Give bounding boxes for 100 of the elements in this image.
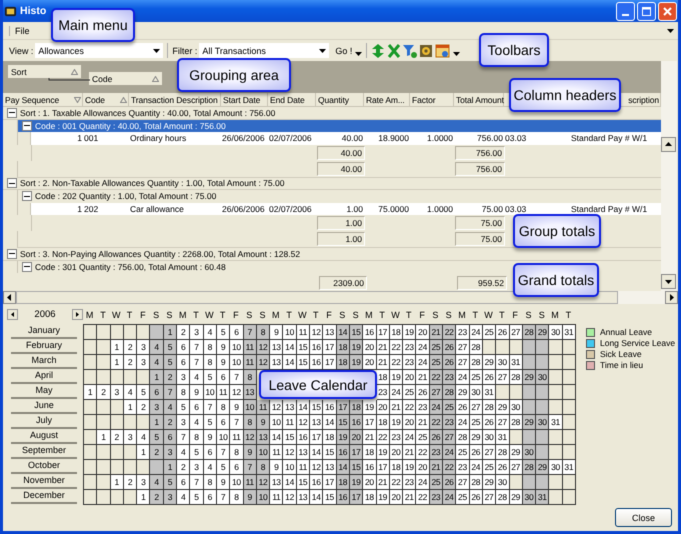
day-cell[interactable]: 14 — [283, 475, 297, 490]
day-cell[interactable]: 21 — [403, 490, 416, 505]
day-cell[interactable]: 2 — [164, 370, 178, 385]
day-cell[interactable]: 26 — [430, 430, 444, 445]
day-cell[interactable]: 28 — [482, 400, 496, 415]
column-header[interactable]: Quantity — [318, 93, 362, 106]
day-cell[interactable]: 25 — [482, 460, 496, 475]
day-cell[interactable]: 15 — [323, 445, 337, 460]
day-cell[interactable]: 26 — [482, 415, 496, 430]
day-cell[interactable]: 26 — [482, 370, 496, 385]
month-label[interactable]: March — [11, 354, 77, 369]
day-cell[interactable]: 23 — [430, 490, 444, 505]
day-cell[interactable]: 19 — [336, 430, 350, 445]
day-cell[interactable]: 30 — [549, 325, 563, 340]
day-cell[interactable]: 4 — [177, 445, 190, 460]
day-cell[interactable]: 22 — [390, 355, 404, 370]
day-cell[interactable]: 6 — [204, 490, 217, 505]
day-cell[interactable]: 31 — [510, 355, 523, 370]
day-cell[interactable]: 4 — [124, 385, 138, 400]
column-header[interactable]: scription — [628, 93, 659, 106]
day-cell[interactable]: 26 — [443, 355, 456, 370]
day-cell[interactable]: 25 — [482, 325, 496, 340]
day-cell[interactable]: 30 — [522, 490, 536, 505]
day-cell[interactable]: 9 — [270, 460, 284, 475]
day-cell[interactable]: 14 — [336, 460, 350, 475]
day-cell[interactable]: 2 — [137, 400, 150, 415]
day-cell[interactable]: 29 — [536, 325, 550, 340]
close-dialog-button[interactable]: Close — [615, 508, 672, 527]
day-cell[interactable]: 8 — [256, 325, 270, 340]
day-cell[interactable]: 12 — [283, 445, 297, 460]
day-cell[interactable]: 12 — [310, 460, 324, 475]
day-cell[interactable]: 18 — [336, 475, 350, 490]
day-cell[interactable]: 15 — [336, 415, 350, 430]
view-dropdown[interactable]: Allowances — [35, 43, 164, 58]
day-cell[interactable]: 28 — [456, 430, 470, 445]
go-button[interactable]: Go ! — [331, 46, 354, 56]
day-cell[interactable]: 1 — [137, 445, 150, 460]
day-cell[interactable]: 27 — [456, 355, 470, 370]
day-cell[interactable]: 10 — [244, 400, 257, 415]
scroll-down-button[interactable] — [661, 274, 676, 289]
day-cell[interactable]: 18 — [376, 370, 390, 385]
day-cell[interactable]: 12 — [256, 340, 270, 355]
day-cell[interactable]: 7 — [216, 490, 230, 505]
day-cell[interactable]: 15 — [310, 400, 324, 415]
day-cell[interactable]: 18 — [363, 490, 377, 505]
day-cell[interactable]: 20 — [363, 475, 377, 490]
day-cell[interactable]: 8 — [230, 490, 244, 505]
day-cell[interactable]: 27 — [496, 370, 510, 385]
day-cell[interactable]: 12 — [296, 415, 310, 430]
day-cell[interactable]: 8 — [177, 385, 190, 400]
day-cell[interactable]: 2 — [150, 445, 164, 460]
day-cell[interactable]: 1 — [110, 475, 124, 490]
day-cell[interactable]: 22 — [416, 490, 430, 505]
day-cell[interactable]: 11 — [296, 460, 310, 475]
column-header[interactable]: Rate Am... — [366, 93, 408, 106]
column-header[interactable]: Start Date — [223, 93, 266, 106]
day-cell[interactable]: 31 — [549, 415, 563, 430]
day-cell[interactable]: 5 — [204, 415, 217, 430]
day-cell[interactable]: 5 — [137, 385, 150, 400]
day-cell[interactable]: 21 — [376, 340, 390, 355]
group-row[interactable]: Code : 202 Quantity : 1.00, Total Amount : 75.00 — [18, 190, 661, 202]
group-chip[interactable]: Sort — [8, 65, 81, 78]
day-cell[interactable]: 23 — [416, 400, 430, 415]
day-cell[interactable]: 23 — [403, 355, 416, 370]
day-cell[interactable]: 27 — [510, 460, 523, 475]
day-cell[interactable]: 28 — [496, 490, 510, 505]
day-cell[interactable]: 23 — [443, 415, 456, 430]
vertical-scrollbar[interactable] — [661, 61, 677, 291]
day-cell[interactable]: 20 — [390, 490, 404, 505]
day-cell[interactable]: 23 — [443, 370, 456, 385]
day-cell[interactable]: 27 — [482, 445, 496, 460]
day-cell[interactable]: 18 — [390, 325, 404, 340]
day-cell[interactable]: 14 — [283, 340, 297, 355]
day-cell[interactable]: 12 — [283, 490, 297, 505]
day-cell[interactable]: 21 — [376, 355, 390, 370]
day-cell[interactable]: 9 — [230, 400, 244, 415]
day-cell[interactable]: 27 — [443, 430, 456, 445]
day-cell[interactable]: 9 — [190, 385, 204, 400]
day-cell[interactable]: 8 — [190, 430, 204, 445]
day-cell[interactable]: 22 — [443, 460, 456, 475]
day-cell[interactable]: 23 — [430, 445, 444, 460]
day-cell[interactable]: 18 — [323, 430, 337, 445]
day-cell[interactable]: 30 — [496, 355, 510, 370]
day-cell[interactable]: 11 — [216, 385, 230, 400]
day-cell[interactable]: 25 — [430, 340, 444, 355]
day-cell[interactable]: 15 — [283, 430, 297, 445]
day-cell[interactable]: 20 — [390, 445, 404, 460]
day-cell[interactable]: 25 — [430, 475, 444, 490]
day-cell[interactable]: 8 — [204, 355, 217, 370]
day-cell[interactable]: 6 — [230, 325, 244, 340]
day-cell[interactable]: 24 — [430, 400, 444, 415]
day-cell[interactable]: 17 — [350, 490, 364, 505]
day-cell[interactable]: 16 — [336, 490, 350, 505]
day-cell[interactable]: 26 — [443, 475, 456, 490]
day-cell[interactable]: 27 — [510, 325, 523, 340]
day-cell[interactable]: 2 — [177, 325, 190, 340]
column-header[interactable]: End Date — [270, 93, 314, 106]
day-cell[interactable]: 14 — [323, 415, 337, 430]
day-cell[interactable]: 1 — [124, 400, 138, 415]
day-cell[interactable]: 10 — [270, 415, 284, 430]
